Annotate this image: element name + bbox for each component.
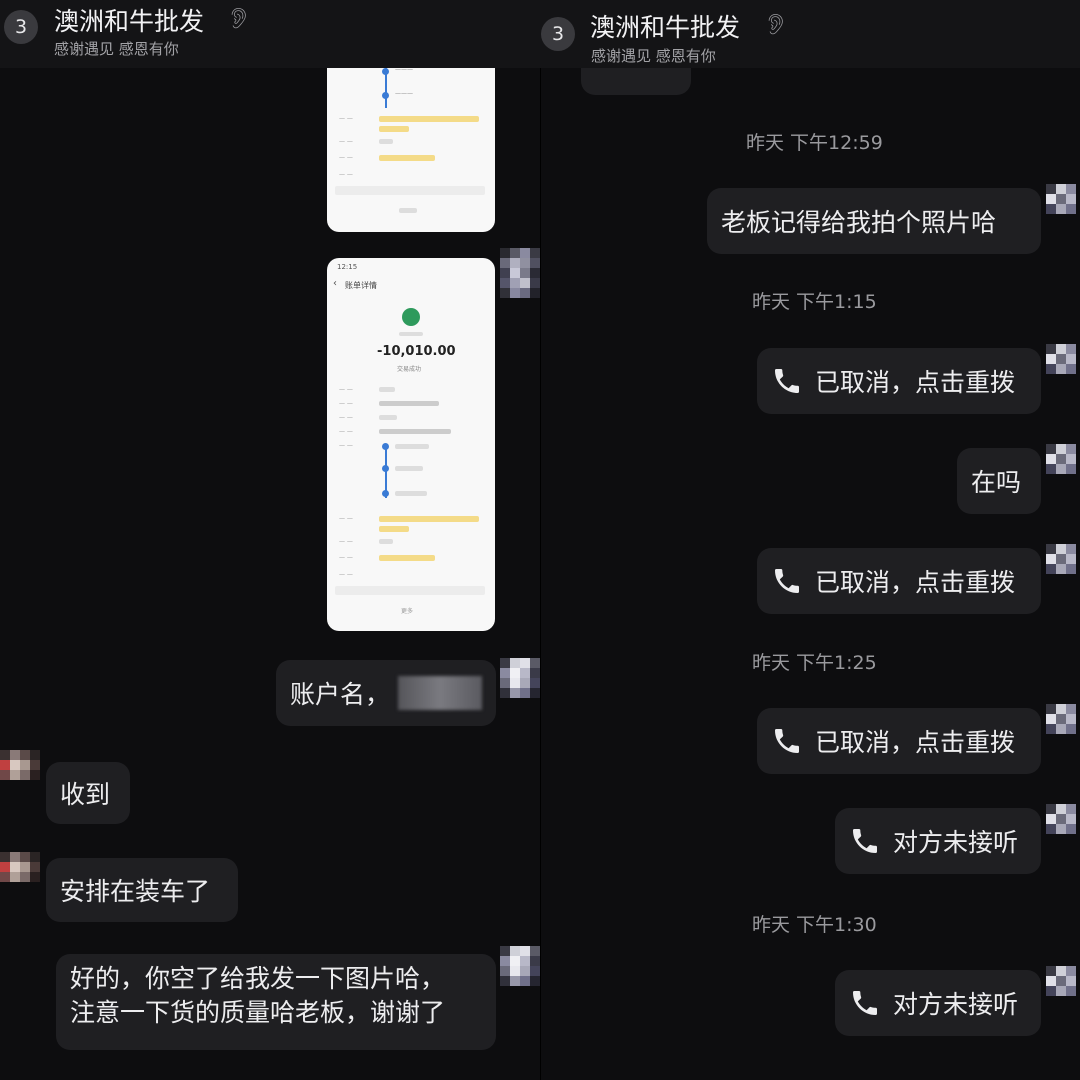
avatar[interactable]: [1046, 966, 1080, 1036]
message-bubble-are-you-there[interactable]: 在吗: [957, 448, 1041, 514]
redacted-name: [398, 676, 482, 710]
message-text-line-2: 注意一下货的质量哈老板，谢谢了: [70, 998, 446, 1027]
ear-icon: 👂︎: [763, 12, 789, 36]
message-bubble-loading[interactable]: 安排在装车了: [46, 858, 238, 922]
chat-subtitle: 感谢遇见 感恩有你: [591, 47, 716, 65]
call-bubble-cancelled[interactable]: 已取消，点击重拨: [757, 708, 1041, 774]
avatar[interactable]: [1046, 704, 1080, 774]
message-text: 已取消，点击重拨: [815, 568, 1016, 597]
phone-icon: [775, 369, 799, 393]
chat-header: 3 澳洲和牛批发 👂︎ 感谢遇见 感恩有你: [541, 0, 1080, 68]
message-text: 对方未接听: [893, 990, 1019, 1019]
call-bubble-cancelled[interactable]: 已取消，点击重拨: [757, 548, 1041, 614]
call-bubble-cancelled[interactable]: 已取消，点击重拨: [757, 348, 1041, 414]
call-bubble-no-answer[interactable]: 对方未接听: [835, 970, 1041, 1036]
message-text: 收到: [60, 780, 111, 809]
chat-title: 澳洲和牛批发: [54, 7, 205, 36]
phone-icon: [853, 829, 877, 853]
message-text: 账户名，: [290, 680, 391, 709]
unread-badge[interactable]: 3: [4, 10, 38, 44]
message-text: 已取消，点击重拨: [815, 368, 1016, 397]
avatar[interactable]: [1046, 544, 1080, 614]
avatar[interactable]: [500, 658, 540, 728]
status-time: 12:15: [337, 263, 358, 271]
avatar[interactable]: [500, 946, 540, 1016]
avatar[interactable]: [1046, 444, 1080, 514]
receipt-screenshot[interactable]: 12:15 ‹ 账单详情 -10,010.00 交易成功 — — — — — —…: [327, 258, 495, 631]
left-chat-panel: 3 澳洲和牛批发 👂︎ 感谢遇见 感恩有你 ——— ——— — — — — — …: [0, 0, 541, 1080]
avatar[interactable]: [0, 750, 40, 820]
avatar[interactable]: [1046, 804, 1080, 874]
avatar[interactable]: [0, 852, 40, 922]
message-text-line-1: 好的，你空了给我发一下图片哈，: [70, 964, 446, 993]
call-bubble-no-answer[interactable]: 对方未接听: [835, 808, 1041, 874]
message-bubble-received[interactable]: 收到: [46, 762, 130, 824]
receipt-footer[interactable]: 更多: [401, 606, 413, 615]
message-text: 老板记得给我拍个照片哈: [721, 208, 997, 237]
timestamp: 昨天 下午1:25: [752, 652, 877, 674]
receipt-page-title: 账单详情: [345, 281, 377, 290]
avatar[interactable]: [1046, 344, 1080, 414]
message-text: 安排在装车了: [60, 877, 211, 906]
timestamp: 昨天 下午1:15: [752, 291, 877, 313]
right-chat-panel: 3 澳洲和牛批发 👂︎ 感谢遇见 感恩有你 昨天 下午12:59 老板记得给我拍…: [541, 0, 1080, 1080]
message-bubble-photo-reminder[interactable]: 老板记得给我拍个照片哈: [707, 188, 1041, 254]
receipt-screenshot-top[interactable]: ——— ——— — — — — — — — —: [327, 40, 495, 232]
timestamp: 昨天 下午12:59: [746, 132, 883, 154]
message-bubble-photo-request[interactable]: 好的，你空了给我发一下图片哈， 注意一下货的质量哈老板，谢谢了: [56, 954, 496, 1050]
message-bubble-account-name[interactable]: 账户名，: [276, 660, 496, 726]
timestamp: 昨天 下午1:30: [752, 914, 877, 936]
phone-icon: [775, 729, 799, 753]
receipt-status: 交易成功: [397, 366, 422, 373]
message-text: 对方未接听: [893, 828, 1019, 857]
unread-badge[interactable]: 3: [541, 17, 575, 51]
bank-logo-icon: [402, 308, 420, 326]
message-text: 在吗: [971, 468, 1022, 497]
receipt-amount: -10,010.00: [377, 344, 456, 359]
chat-title: 澳洲和牛批发: [590, 13, 741, 42]
avatar[interactable]: [500, 248, 540, 334]
message-text: 已取消，点击重拨: [815, 728, 1016, 757]
chat-subtitle: 感谢遇见 感恩有你: [54, 40, 179, 58]
ear-icon: 👂︎: [226, 6, 252, 30]
avatar[interactable]: [1046, 184, 1080, 254]
phone-icon: [853, 991, 877, 1015]
chevron-left-icon[interactable]: ‹: [333, 278, 337, 289]
chat-header: 3 澳洲和牛批发 👂︎ 感谢遇见 感恩有你: [0, 0, 541, 68]
phone-icon: [775, 569, 799, 593]
